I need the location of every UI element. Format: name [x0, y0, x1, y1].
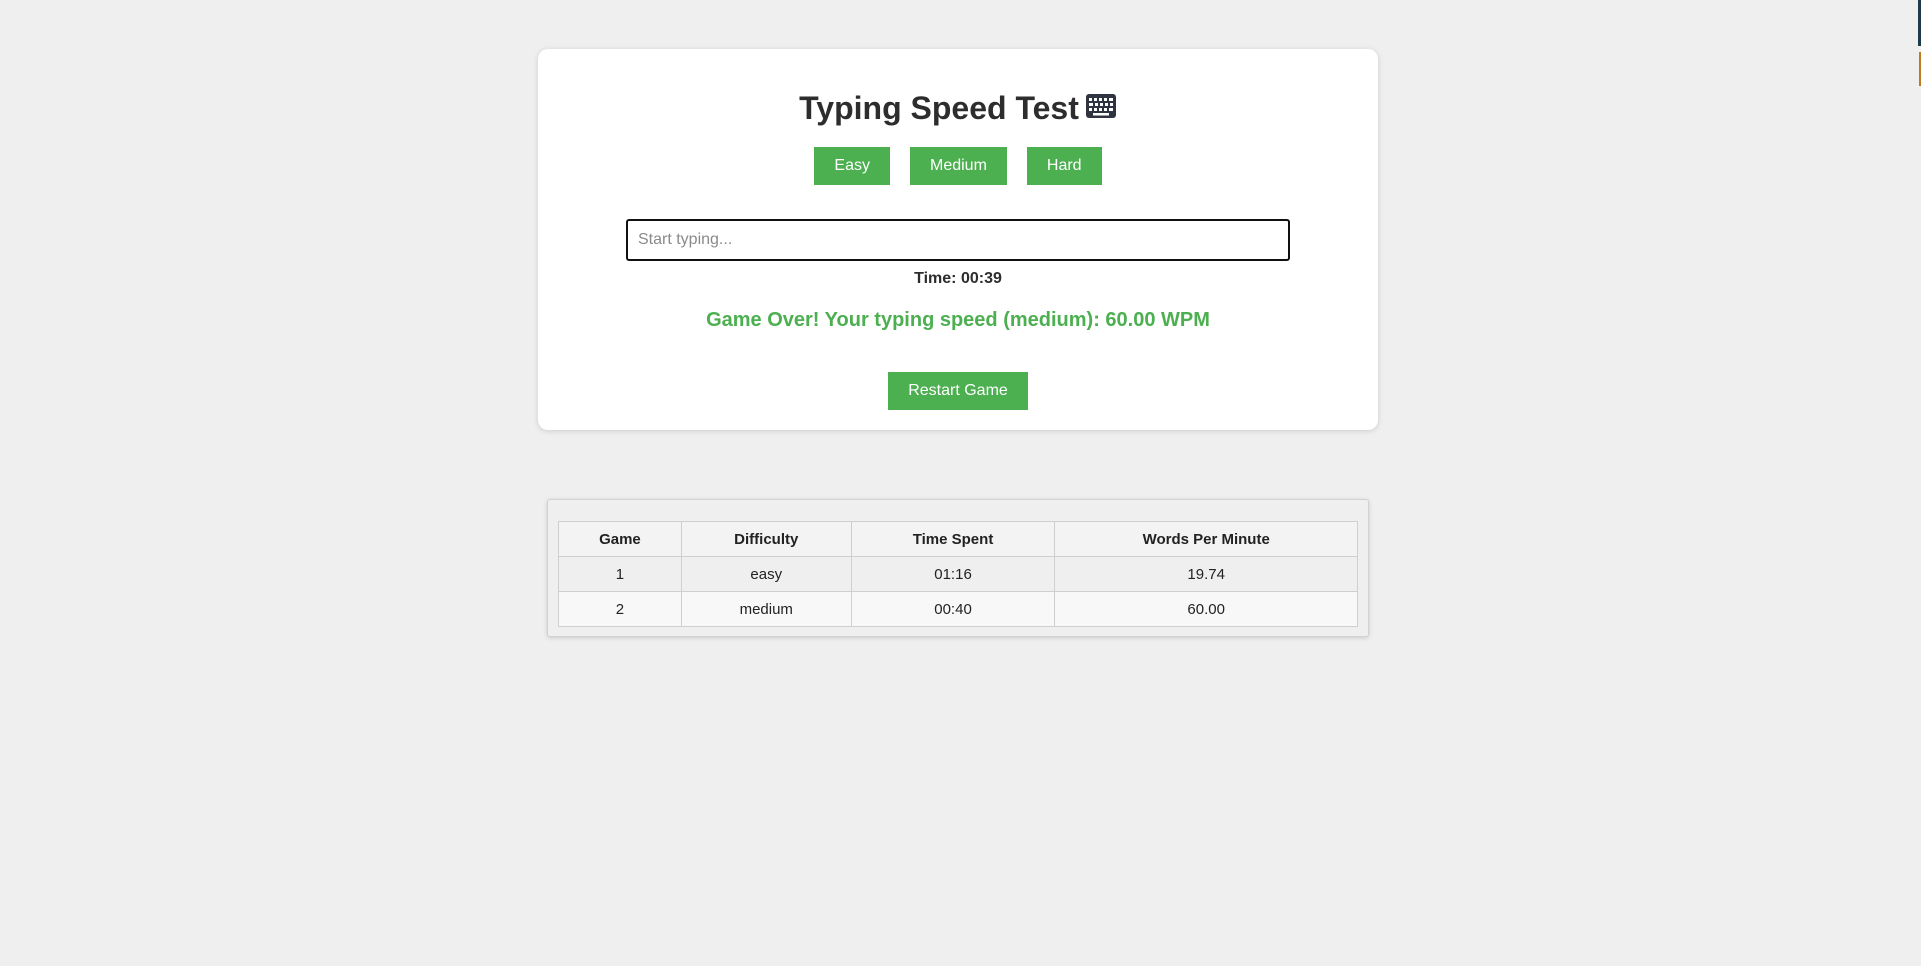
column-header-time-spent: Time Spent — [850, 521, 1056, 557]
column-header-difficulty: Difficulty — [680, 521, 852, 557]
cell-wpm: 60.00 — [1054, 591, 1358, 627]
column-header-wpm: Words Per Minute — [1054, 521, 1358, 557]
history-panel: Game Difficulty Time Spent Words Per Min… — [547, 499, 1369, 637]
result-message: Game Over! Your typing speed (medium): 6… — [706, 309, 1210, 331]
cell-difficulty: medium — [680, 591, 852, 627]
timer-display: Time: 00:39 — [914, 270, 1002, 287]
cell-game: 1 — [558, 556, 682, 592]
table-row: 2 medium 00:40 60.00 — [558, 591, 1358, 627]
cell-game: 2 — [558, 591, 682, 627]
table-row: 1 easy 01:16 19.74 — [558, 556, 1358, 592]
cell-time-spent: 00:40 — [850, 591, 1056, 627]
page-title-text: Typing Speed Test — [799, 90, 1079, 126]
hard-button[interactable]: Hard — [1026, 147, 1102, 185]
history-table: Game Difficulty Time Spent Words Per Min… — [558, 521, 1358, 627]
table-header-row: Game Difficulty Time Spent Words Per Min… — [558, 521, 1358, 557]
restart-button[interactable]: Restart Game — [888, 372, 1028, 410]
page-title: Typing Speed Test — [538, 89, 1378, 130]
cell-difficulty: easy — [680, 556, 852, 592]
medium-button[interactable]: Medium — [909, 147, 1007, 185]
keyboard-icon — [1085, 89, 1117, 127]
cell-wpm: 19.74 — [1054, 556, 1358, 592]
game-card: Typing Speed Test Easy Medium Hard Time:… — [538, 49, 1378, 430]
easy-button[interactable]: Easy — [814, 147, 890, 185]
typing-input[interactable] — [626, 219, 1290, 261]
difficulty-selector: Easy Medium Hard — [538, 147, 1378, 185]
cell-time-spent: 01:16 — [850, 556, 1056, 592]
column-header-game: Game — [558, 521, 682, 557]
